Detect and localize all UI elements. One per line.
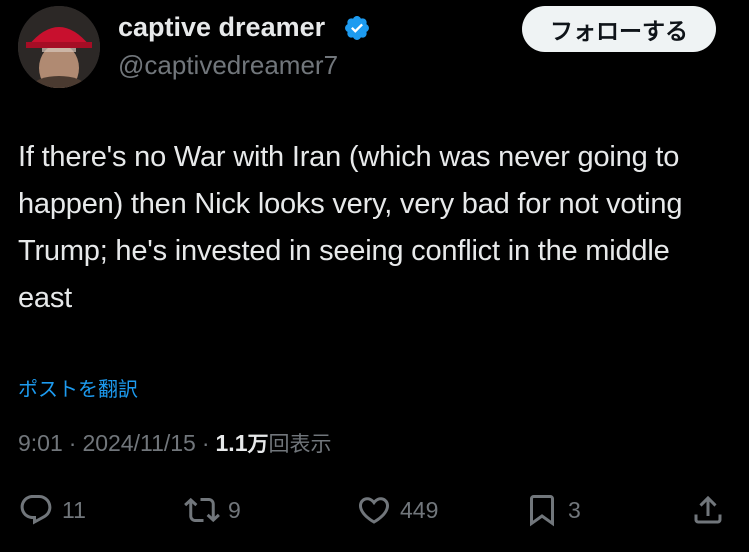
translate-post-link[interactable]: ポストを翻訳 (18, 373, 138, 402)
bookmark-button[interactable]: 3 (524, 490, 581, 530)
reply-button[interactable]: 11 (18, 490, 86, 530)
post-date[interactable]: 2024/11/15 (82, 430, 195, 457)
follow-button[interactable]: フォローする (522, 6, 716, 52)
reply-count: 11 (62, 496, 86, 523)
author-handle[interactable]: @captivedreamer7 (118, 50, 338, 81)
repost-count: 9 (228, 496, 241, 523)
post-text: If there's no War with Iran (which was n… (18, 141, 683, 314)
post-time[interactable]: 9:01 (18, 430, 63, 457)
like-button[interactable]: 449 (356, 490, 438, 530)
separator-dot: · (68, 430, 77, 456)
views-label: 回表示 (268, 432, 332, 456)
share-button[interactable] (690, 490, 726, 530)
repost-icon (184, 497, 220, 523)
like-count: 449 (400, 496, 439, 523)
views-unit: 万 (247, 432, 269, 456)
post-metadata: 9:01 · 2024/11/15 · 1.1 万 回表示 (18, 428, 332, 458)
share-icon (694, 495, 722, 524)
avatar-image (18, 6, 100, 88)
bookmark-icon (530, 495, 554, 527)
reply-icon (20, 495, 52, 525)
bookmark-count: 3 (568, 496, 581, 523)
verified-badge-icon (345, 16, 369, 40)
author-display-name[interactable]: captive dreamer (118, 12, 325, 43)
avatar[interactable] (18, 6, 100, 88)
post-detail: captive dreamer @captivedreamer7 フォローする … (0, 0, 749, 552)
repost-button[interactable]: 9 (184, 490, 241, 530)
heart-icon (358, 497, 390, 524)
separator-dot: · (201, 430, 210, 456)
views-count[interactable]: 1.1 (216, 430, 248, 457)
